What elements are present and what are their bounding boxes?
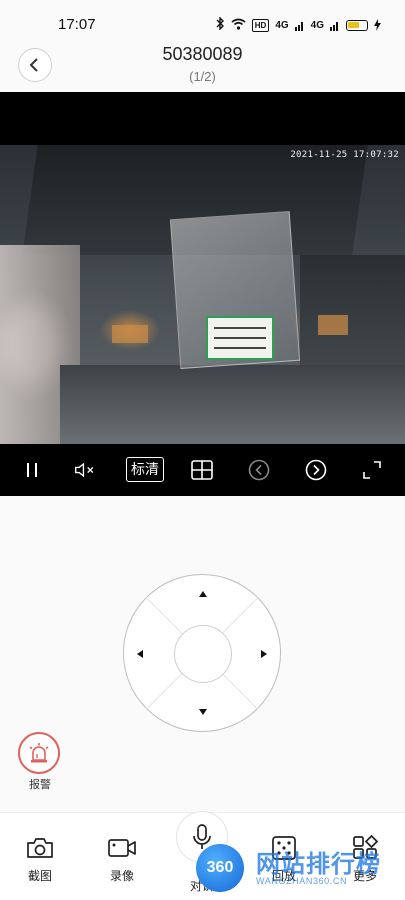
arrow-left-icon[interactable] xyxy=(137,650,143,658)
camera-feed: 2021-11-25 17:07:32 xyxy=(0,145,405,444)
speaker-muted-icon xyxy=(75,462,94,478)
record-label: 录像 xyxy=(109,869,134,883)
video-timestamp: 2021-11-25 17:07:32 xyxy=(290,150,399,160)
watermark-subtext: WANGZHAN360.CN xyxy=(256,876,348,886)
watermark: 360 网站排行榜 WANGZHAN360.CN xyxy=(196,840,405,896)
watermark-text: 网站排行榜 xyxy=(256,851,381,878)
chevron-left-circle-icon xyxy=(248,459,270,481)
signal-icon-2: 4G xyxy=(310,19,324,31)
record-button[interactable]: 录像 xyxy=(97,833,147,884)
wifi-icon xyxy=(231,18,246,33)
direction-pad[interactable] xyxy=(123,574,281,732)
arrow-right-icon[interactable] xyxy=(261,650,267,658)
split-screen-button[interactable] xyxy=(190,458,214,482)
previous-button[interactable] xyxy=(247,458,271,482)
signal-bars-icon xyxy=(294,21,303,31)
alarm-circle xyxy=(18,732,60,774)
screenshot-label: 截图 xyxy=(27,869,52,883)
signal-bars-icon-2 xyxy=(330,21,338,31)
header: 50380089 (1/2) xyxy=(0,40,405,92)
video-controls: 标清 xyxy=(0,444,405,496)
page-title: 50380089 xyxy=(162,44,243,64)
direction-pad-center[interactable] xyxy=(174,625,232,683)
chevron-right-circle-icon xyxy=(305,459,327,481)
quality-button[interactable]: 标清 xyxy=(126,457,164,482)
alarm-label: 报警 xyxy=(29,779,51,791)
ptz-panel: 报警 xyxy=(0,496,405,812)
camera-icon xyxy=(15,833,65,863)
siren-icon xyxy=(29,743,49,763)
bluetooth-icon xyxy=(215,16,225,33)
pause-button[interactable] xyxy=(20,458,44,482)
page-subtitle: (1/2) xyxy=(189,69,216,84)
next-button[interactable] xyxy=(304,458,328,482)
fullscreen-button[interactable] xyxy=(360,458,384,482)
arrow-up-icon[interactable] xyxy=(199,591,207,597)
battery-icon xyxy=(346,19,368,31)
charging-icon xyxy=(374,19,381,31)
arrow-down-icon[interactable] xyxy=(199,709,207,715)
alarm-button[interactable]: 报警 xyxy=(18,732,62,791)
hd-badge: HD xyxy=(251,18,270,32)
pause-icon xyxy=(27,463,37,477)
status-icons: HD 4G 4G xyxy=(215,16,381,33)
mute-button[interactable] xyxy=(74,458,98,482)
status-time: 17:07 xyxy=(58,16,96,33)
signal-icon: 4G xyxy=(275,19,289,31)
video-camera-icon xyxy=(97,833,147,863)
screenshot-button[interactable]: 截图 xyxy=(15,833,65,884)
watermark-logo: 360 xyxy=(196,844,244,892)
fullscreen-icon xyxy=(363,461,381,479)
video-player[interactable]: 2021-11-25 17:07:32 xyxy=(0,92,405,444)
grid-icon xyxy=(191,460,213,480)
